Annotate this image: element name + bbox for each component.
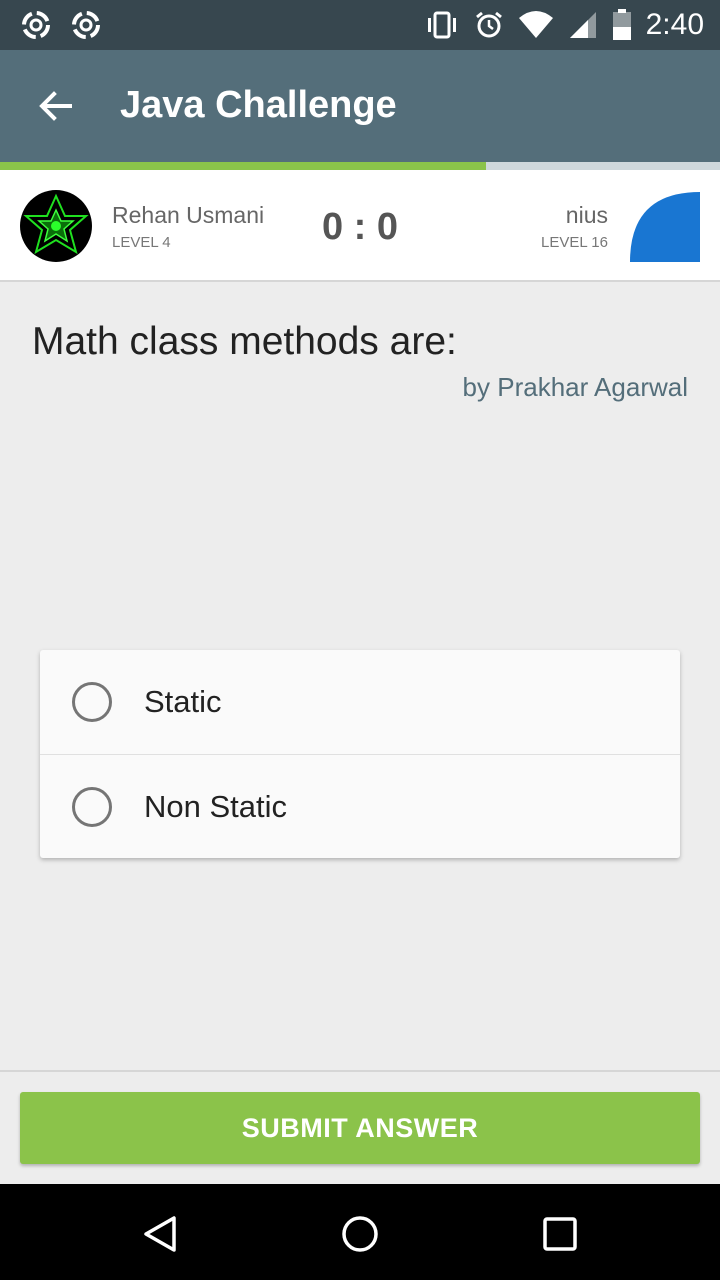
back-triangle-icon (144, 1216, 176, 1252)
notification-swirl-icon (22, 11, 50, 39)
app-bar: Java Challenge (0, 50, 720, 162)
submit-answer-button[interactable]: SUBMIT ANSWER (20, 1092, 700, 1164)
challenge-progress-fill (0, 162, 486, 170)
wifi-icon (518, 11, 553, 38)
page-title: Java Challenge (120, 84, 397, 126)
vibrate-icon (427, 11, 456, 39)
opponent-avatar-image (630, 192, 700, 262)
system-nav-bar (0, 1184, 720, 1280)
answer-option-label: Static (144, 684, 222, 719)
answer-option-label: Non Static (144, 789, 288, 824)
answer-options: Static Non Static (40, 650, 680, 858)
players-bar: Rehan Usmani LEVEL 4 0 : 0 nius LEVEL 16 (0, 170, 720, 282)
divider (0, 1070, 720, 1072)
battery-icon (612, 9, 631, 40)
arrow-left-icon (39, 91, 72, 121)
nav-home-button[interactable] (334, 1208, 386, 1260)
notification-swirl-icon (72, 11, 100, 39)
opponent-avatar[interactable] (630, 192, 700, 262)
back-button[interactable] (30, 80, 82, 132)
radio-button[interactable] (72, 787, 112, 827)
opponent-name: nius (565, 202, 608, 228)
challenge-progress-bar (0, 162, 720, 170)
alarm-icon (475, 11, 502, 38)
answer-option[interactable]: Non Static (40, 754, 680, 858)
home-circle-icon (342, 1216, 378, 1252)
question-author: by Prakhar Agarwal (462, 372, 688, 402)
radio-button[interactable] (72, 682, 112, 722)
opponent-level: LEVEL 16 (541, 234, 608, 251)
score: 0 : 0 (321, 206, 399, 248)
answer-option[interactable]: Static (40, 650, 680, 754)
status-bar: 2:40 (0, 0, 720, 50)
status-notifications (20, 9, 102, 41)
cellular-signal-icon (569, 12, 596, 38)
nav-recents-button[interactable] (534, 1208, 586, 1260)
status-right: 2:40 (424, 0, 704, 50)
nav-back-button[interactable] (134, 1208, 186, 1260)
status-time: 2:40 (645, 8, 704, 41)
recents-square-icon (543, 1217, 577, 1251)
question-text: Math class methods are: (32, 320, 457, 363)
